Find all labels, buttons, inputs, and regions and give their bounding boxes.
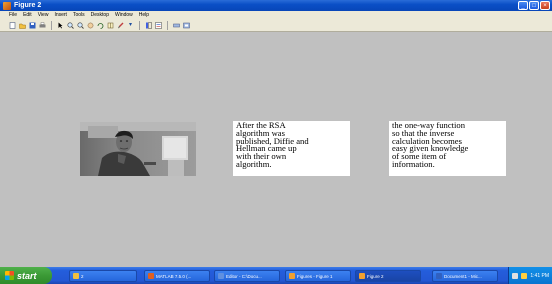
print-icon[interactable] xyxy=(39,21,46,29)
menu-help[interactable]: Help xyxy=(139,11,149,19)
hide-plot-tools-icon[interactable] xyxy=(173,22,180,29)
taskbar-item-figure-2[interactable]: Figure 2 xyxy=(355,270,421,282)
taskbar-item-label: 2 xyxy=(81,273,84,279)
window-controls: _ □ × xyxy=(518,1,550,10)
system-tray: 1:41 PM xyxy=(508,267,552,284)
toolbar-separator xyxy=(139,20,140,30)
taskbar-item-word[interactable]: Document1 - Mic... xyxy=(432,270,498,282)
new-file-icon[interactable] xyxy=(9,21,16,29)
menu-tools[interactable]: Tools xyxy=(73,11,85,19)
taskbar-item-label: Figures - Figure 1 xyxy=(297,273,333,279)
rotate-3d-icon[interactable] xyxy=(97,22,104,29)
open-file-icon[interactable] xyxy=(19,22,26,29)
taskbar-item-matlab[interactable]: MATLAB 7.5.0 (... xyxy=(144,270,210,282)
network-icon[interactable] xyxy=(512,272,519,279)
zoom-out-icon[interactable] xyxy=(77,21,84,29)
taskbar-item-label: Figure 2 xyxy=(367,273,384,279)
data-cursor-icon[interactable] xyxy=(107,22,114,29)
figure-icon xyxy=(289,273,295,279)
brush-icon[interactable] xyxy=(117,22,124,29)
menu-view[interactable]: View xyxy=(38,11,49,19)
text-annotation-one-way-function[interactable]: the one-way function so that the inverse… xyxy=(389,121,506,176)
title-bar: Figure 2 _ □ × xyxy=(0,0,552,11)
toolbar-separator xyxy=(167,20,168,30)
pan-icon[interactable] xyxy=(87,22,94,29)
insert-colorbar-icon[interactable] xyxy=(145,21,152,29)
minimize-button[interactable]: _ xyxy=(518,1,528,10)
menu-desktop[interactable]: Desktop xyxy=(91,11,109,19)
menu-edit[interactable]: Edit xyxy=(23,11,32,19)
taskbar-item-folder[interactable]: 2 xyxy=(69,270,137,282)
taskbar-item-label: MATLAB 7.5.0 (... xyxy=(156,273,192,279)
matlab-icon xyxy=(148,273,154,279)
taskbar-item-figures[interactable]: Figures - Figure 1 xyxy=(285,270,351,282)
dropdown-arrow-icon[interactable]: ▾ xyxy=(127,22,134,29)
show-plot-tools-icon[interactable] xyxy=(183,22,190,29)
maximize-button[interactable]: □ xyxy=(529,1,539,10)
taskbar-item-label: Document1 - Mic... xyxy=(444,273,482,279)
start-label: start xyxy=(17,270,37,281)
figure-canvas: After the RSA algorithm was published, D… xyxy=(0,33,552,267)
windows-taskbar: start 2 MATLAB 7.5.0 (... Editor - C:\Do… xyxy=(0,267,552,284)
insert-legend-icon[interactable] xyxy=(155,21,162,29)
taskbar-item-editor[interactable]: Editor - C:\Docu... xyxy=(214,270,280,282)
windows-logo-icon xyxy=(5,271,14,280)
taskbar-item-label: Editor - C:\Docu... xyxy=(226,273,262,279)
editor-icon xyxy=(218,273,224,279)
clock[interactable]: 1:41 PM xyxy=(530,273,549,279)
menu-window[interactable]: Window xyxy=(115,11,133,19)
word-icon xyxy=(436,273,442,279)
menu-insert[interactable]: Insert xyxy=(54,11,67,19)
portrait-photo xyxy=(80,122,196,176)
figure-icon xyxy=(359,273,365,279)
volume-icon[interactable] xyxy=(521,272,528,279)
select-arrow-icon[interactable] xyxy=(57,22,64,29)
save-icon[interactable] xyxy=(29,22,36,29)
toolbar-separator xyxy=(51,20,52,30)
menu-bar: File Edit View Insert Tools Desktop Wind… xyxy=(0,11,552,19)
window-title: Figure 2 xyxy=(14,2,42,9)
close-button[interactable]: × xyxy=(540,1,550,10)
start-button[interactable]: start xyxy=(0,267,52,284)
menu-file[interactable]: File xyxy=(9,11,17,19)
zoom-in-icon[interactable] xyxy=(67,21,74,29)
text-annotation-rsa[interactable]: After the RSA algorithm was published, D… xyxy=(233,121,350,176)
figure-toolbar: ▾ xyxy=(0,19,552,32)
folder-icon xyxy=(73,273,79,279)
matlab-figure-icon xyxy=(3,1,11,10)
